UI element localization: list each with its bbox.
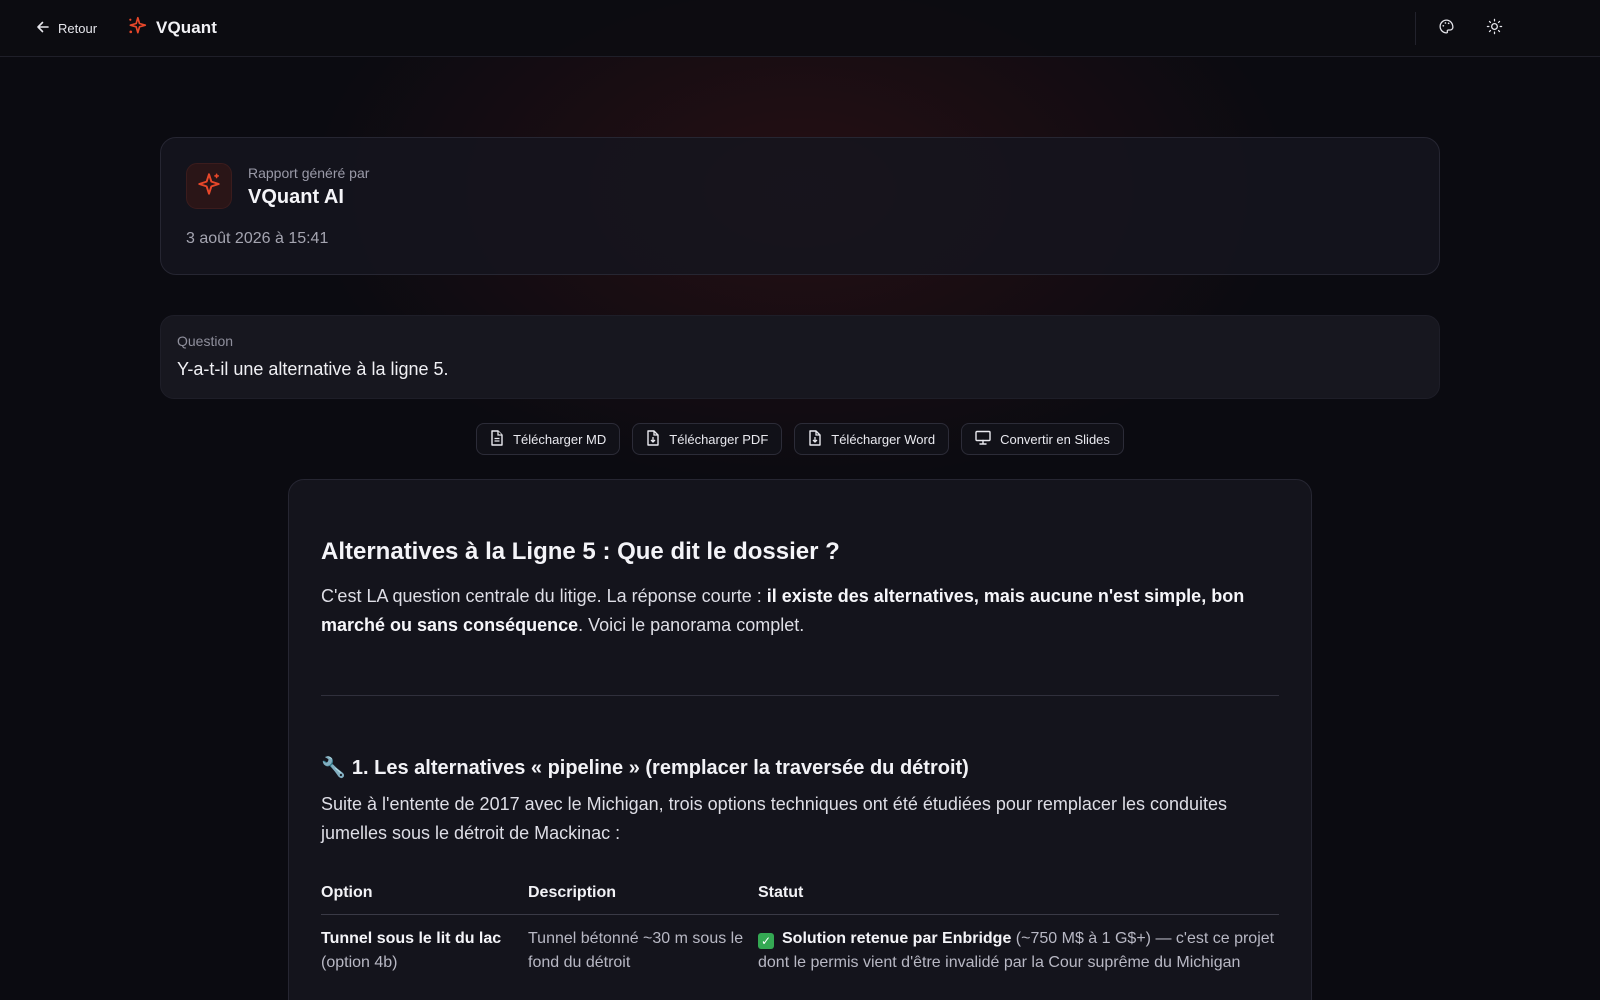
table-row: Tunnel sous le lit du lac (option 4b) Tun… — [321, 915, 1279, 976]
topbar-divider — [1415, 12, 1416, 45]
back-button[interactable]: Retour — [36, 17, 97, 39]
col-header-status: Statut — [758, 878, 1279, 915]
palette-icon — [1438, 18, 1455, 40]
report-content: Alternatives à la Ligne 5 : Que dit le d… — [288, 479, 1312, 1000]
cell-option: Tunnel sous le lit du lac (option 4b) — [321, 915, 528, 976]
cell-description: Tunnel bétonné ~30 m sous le fond du dét… — [528, 930, 744, 971]
sparkle-icon — [196, 171, 222, 202]
check-mark-icon: ✓ — [758, 933, 774, 949]
download-word-label: Télécharger Word — [831, 431, 936, 447]
download-md-button[interactable]: Télécharger MD — [476, 423, 621, 455]
question-label: Question — [177, 333, 234, 349]
ai-avatar — [186, 163, 232, 209]
cell-status: ✓ Solution retenue par Enbridge (~750 M$ … — [758, 915, 1279, 976]
section-1-title-text: 1. Les alternatives « pipeline » (rempla… — [351, 757, 969, 779]
download-pdf-button[interactable]: Télécharger PDF — [632, 423, 783, 455]
brand[interactable]: VQuant — [127, 15, 217, 41]
generated-by-label: Rapport généré par — [248, 165, 370, 181]
back-label: Retour — [58, 20, 98, 36]
options-table: Option Description Statut Tunnel sous le… — [321, 878, 1279, 975]
col-header-description: Description — [528, 878, 758, 915]
top-bar: Retour VQuant — [0, 0, 1600, 57]
section-1-text: Suite à l'entente de 2017 avec le Michig… — [321, 794, 1228, 843]
report-title: Alternatives à la Ligne 5 : Que dit le d… — [321, 538, 840, 565]
sparkle-logo-icon — [127, 16, 147, 41]
arrow-left-icon — [36, 20, 50, 37]
option-detail: (option 4b) — [321, 954, 398, 971]
intro-prefix: C'est LA question centrale du litige. La… — [321, 586, 767, 606]
convert-slides-label: Convertir en Slides — [1000, 431, 1110, 447]
col-header-option: Option — [321, 878, 528, 915]
question-card: Question Y-a-t-il une alternative à la l… — [160, 315, 1440, 399]
presentation-icon — [975, 430, 991, 448]
table-header-row: Option Description Statut — [321, 878, 1279, 915]
wrench-icon: 🔧 — [321, 757, 346, 779]
download-word-button[interactable]: Télécharger Word — [794, 423, 950, 455]
file-text-icon — [490, 429, 504, 449]
file-word-icon — [808, 429, 822, 449]
download-md-label: Télécharger MD — [513, 431, 607, 447]
convert-slides-button[interactable]: Convertir en Slides — [961, 423, 1124, 455]
brand-name: VQuant — [156, 18, 218, 37]
theme-palette-button[interactable] — [1431, 14, 1461, 44]
download-pdf-label: Télécharger PDF — [669, 431, 769, 447]
sun-icon — [1486, 18, 1503, 40]
intro-paragraph: C'est LA question centrale du litige. La… — [321, 582, 1279, 640]
option-name: Tunnel sous le lit du lac — [321, 930, 502, 947]
divider — [321, 695, 1279, 696]
question-text: Y-a-t-il une alternative à la ligne 5. — [177, 359, 449, 379]
report-date: 3 août 2026 à 15:41 — [186, 230, 329, 247]
export-actions: Télécharger MD Télécharger PDF Télécharg… — [0, 423, 1600, 455]
status-bold: Solution retenue par Enbridge — [782, 930, 1012, 947]
intro-suffix: . Voici le panorama complet. — [578, 615, 805, 635]
report-header-card: Rapport généré par VQuant AI 3 août 2026… — [160, 137, 1440, 275]
light-mode-button[interactable] — [1479, 14, 1509, 44]
section-1-title: 🔧 1. Les alternatives « pipeline » (rempl… — [321, 755, 969, 780]
generator-name: VQuant AI — [248, 186, 344, 208]
file-download-icon — [646, 429, 660, 449]
